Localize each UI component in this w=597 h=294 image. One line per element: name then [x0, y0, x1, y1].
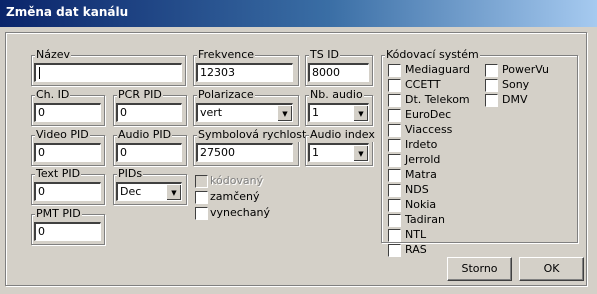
checkbox-vynechany[interactable]: [195, 207, 208, 220]
label-irdeto: Irdeto: [405, 138, 438, 151]
label-polarizace: Polarizace: [197, 88, 255, 102]
label-jerrold: Jerrold: [405, 153, 441, 166]
label-symbolova-rychlost: Symbolová rychlost: [197, 128, 308, 142]
label-pids: PIDs: [117, 167, 144, 181]
audio-index-select[interactable]: 1 ▼: [308, 143, 369, 162]
chevron-down-icon[interactable]: ▼: [353, 145, 368, 161]
frekvence-input[interactable]: 12303: [196, 63, 293, 82]
checkbox-sony[interactable]: [485, 79, 498, 92]
checkbox-zamceny[interactable]: [195, 191, 208, 204]
ts-id-input[interactable]: 8000: [308, 63, 369, 82]
label-video-pid: Video PID: [35, 128, 90, 142]
pids-select[interactable]: Dec ▼: [116, 182, 182, 201]
storno-button[interactable]: Storno: [447, 257, 512, 281]
label-dt-telekom: Dt. Telekom: [405, 93, 470, 106]
symbolova-rychlost-input[interactable]: 27500: [196, 143, 293, 162]
audio-pid-input[interactable]: 0: [116, 143, 182, 162]
text-caret: [39, 67, 40, 79]
label-matra: Matra: [405, 168, 437, 181]
label-ts-id: TS ID: [309, 48, 340, 62]
dialog-window: Změna dat kanálu Název Frekvence 12303 T…: [0, 0, 597, 294]
checkbox-nokia[interactable]: [388, 199, 401, 212]
label-mediaguard: Mediaguard: [405, 63, 471, 76]
checkbox-nds[interactable]: [388, 184, 401, 197]
label-text-pid: Text PID: [35, 167, 82, 181]
checkbox-eurodec[interactable]: [388, 109, 401, 122]
label-dmv: DMV: [502, 93, 528, 106]
polarizace-select[interactable]: vert ▼: [196, 103, 293, 122]
label-ras: RAS: [405, 243, 427, 256]
pmt-pid-input[interactable]: 0: [34, 222, 101, 241]
label-kodovany: kódovaný: [210, 174, 264, 187]
checkbox-powervu[interactable]: [485, 64, 498, 77]
label-audio-pid: Audio PID: [117, 128, 173, 142]
label-powervu: PowerVu: [502, 63, 550, 76]
window-title: Změna dat kanálu: [6, 5, 129, 19]
ch-id-input[interactable]: 0: [34, 103, 101, 122]
checkbox-ntl[interactable]: [388, 229, 401, 242]
nazev-input[interactable]: [34, 63, 182, 82]
label-nds: NDS: [405, 183, 429, 196]
label-sony: Sony: [502, 78, 530, 91]
label-eurodec: EuroDec: [405, 108, 452, 121]
label-ch-id: Ch. ID: [35, 88, 71, 102]
video-pid-input[interactable]: 0: [34, 143, 101, 162]
label-pcr-pid: PCR PID: [117, 88, 163, 102]
checkbox-dt-telekom[interactable]: [388, 94, 401, 107]
label-audio-index: Audio index: [309, 128, 376, 142]
checkbox-tadiran[interactable]: [388, 214, 401, 227]
pcr-pid-input[interactable]: 0: [116, 103, 182, 122]
chevron-down-icon[interactable]: ▼: [353, 105, 368, 121]
chevron-down-icon[interactable]: ▼: [166, 184, 181, 200]
label-viaccess: Viaccess: [405, 123, 453, 136]
checkbox-irdeto[interactable]: [388, 139, 401, 152]
ok-button[interactable]: OK: [519, 257, 584, 281]
label-kodovaci-system: Kódovací systém: [385, 48, 480, 62]
checkbox-ras[interactable]: [388, 244, 401, 257]
title-bar[interactable]: Změna dat kanálu: [0, 0, 597, 27]
text-pid-input[interactable]: 0: [34, 182, 101, 201]
checkbox-kodovany[interactable]: [195, 175, 208, 188]
label-tadiran: Tadiran: [405, 213, 445, 226]
nb-audio-select[interactable]: 1 ▼: [308, 103, 369, 122]
label-ccett: CCETT: [405, 78, 441, 91]
label-pmt-pid: PMT PID: [35, 207, 82, 221]
label-vynechany: vynechaný: [210, 206, 271, 219]
label-frekvence: Frekvence: [197, 48, 256, 62]
label-nazev: Název: [35, 48, 72, 62]
checkbox-jerrold[interactable]: [388, 154, 401, 167]
label-nb-audio: Nb. audio: [309, 88, 364, 102]
checkbox-matra[interactable]: [388, 169, 401, 182]
checkbox-ccett[interactable]: [388, 79, 401, 92]
checkbox-dmv[interactable]: [485, 94, 498, 107]
chevron-down-icon[interactable]: ▼: [277, 105, 292, 121]
checkbox-mediaguard[interactable]: [388, 64, 401, 77]
label-ntl: NTL: [405, 228, 427, 241]
checkbox-viaccess[interactable]: [388, 124, 401, 137]
label-nokia: Nokia: [405, 198, 437, 211]
label-zamceny: zamčený: [210, 190, 260, 203]
